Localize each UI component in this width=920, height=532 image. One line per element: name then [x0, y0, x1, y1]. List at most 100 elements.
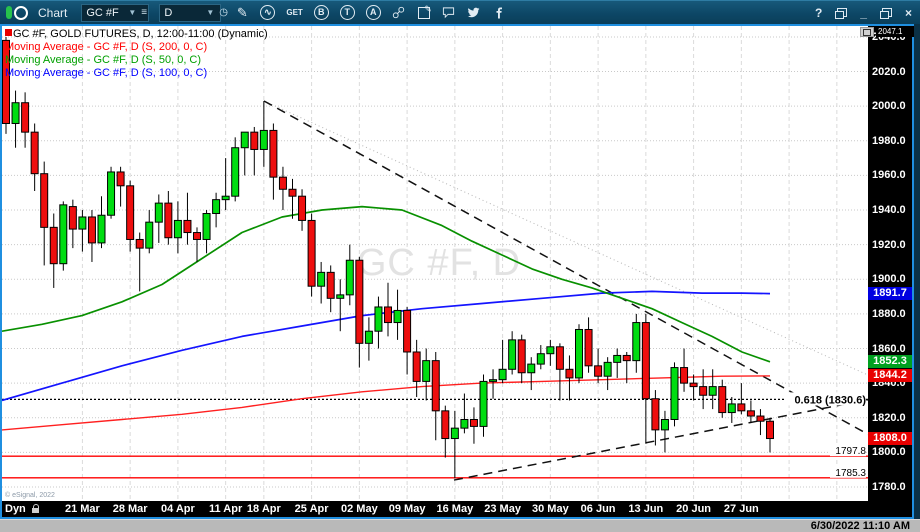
chart-restore-button[interactable] [860, 27, 874, 37]
candle [241, 132, 248, 148]
candle [728, 404, 735, 413]
candle [356, 260, 363, 343]
candle [165, 203, 172, 238]
candle [60, 205, 67, 264]
candle [461, 419, 468, 428]
candle [31, 132, 38, 174]
float-window-button[interactable] [835, 8, 847, 17]
candle [136, 239, 143, 248]
candle [289, 189, 296, 196]
window-right-edge [914, 24, 920, 519]
chat-bubble-icon[interactable] [442, 5, 456, 20]
candle [174, 220, 181, 237]
price-badge-1808.0: 1808.0 [868, 432, 912, 445]
date-label: 23 May [484, 503, 521, 515]
candle [213, 200, 220, 214]
window-controls: ? _ × [815, 6, 912, 20]
price-tick: 1960.0 [872, 169, 912, 181]
candle [556, 347, 563, 370]
price-tick: 2020.0 [872, 66, 912, 78]
close-button[interactable]: × [905, 6, 912, 20]
candle [690, 383, 697, 386]
facebook-icon[interactable] [492, 5, 506, 20]
date-label: 13 Jun [628, 503, 663, 515]
candle [451, 428, 458, 438]
date-label: 09 May [389, 503, 426, 515]
pencil-draw-icon[interactable]: ✎ [235, 5, 249, 20]
candle [375, 307, 382, 331]
get-quote-icon[interactable]: GET [286, 5, 302, 20]
axis-top-price-label: 2047.1 [876, 26, 914, 37]
interval-value[interactable]: D [164, 7, 198, 19]
candle [518, 340, 525, 373]
date-label: 06 Jun [581, 503, 616, 515]
minimize-button[interactable]: _ [860, 6, 867, 20]
price-tick: 1800.0 [872, 446, 912, 458]
candle [22, 103, 29, 132]
candle [470, 419, 477, 426]
copyright-watermark: © eSignal, 2022 [5, 491, 55, 499]
circled-a-icon[interactable]: A [366, 5, 381, 20]
candle [490, 380, 497, 382]
candle [308, 220, 315, 286]
restore-button[interactable] [880, 8, 892, 17]
candle [184, 220, 191, 232]
clock-icon[interactable]: ◷ [219, 7, 228, 18]
candle [757, 416, 764, 421]
toolbar: Chart GC #F ▼ ≡ D ▼ ◷ ✎ ∿ GET BTA ? _ × [0, 0, 920, 24]
symbol-value[interactable]: GC #F [86, 7, 120, 19]
date-label: 28 Mar [113, 503, 148, 515]
candle [260, 130, 267, 149]
candle [222, 196, 229, 199]
candle [671, 368, 678, 420]
candle [251, 132, 258, 149]
circled-b-icon[interactable]: B [314, 5, 329, 20]
candle [767, 421, 774, 438]
link-chain-icon[interactable] [392, 5, 406, 20]
candle [423, 361, 430, 382]
candle [604, 362, 611, 376]
date-axis[interactable]: Dyn 21 Mar28 Mar04 Apr11 Apr18 Apr25 Apr… [2, 501, 912, 517]
candle [537, 354, 544, 364]
candlestick-chart[interactable]: GC #F, D0.618 (1830.6)1797.81785.3© eSig… [2, 26, 868, 501]
price-axis[interactable]: 2040.02020.02000.01980.01960.01940.01920… [868, 26, 912, 501]
candle [719, 387, 726, 413]
price-tick: 1880.0 [872, 308, 912, 320]
price-tick: 1920.0 [872, 239, 912, 251]
candle [365, 331, 372, 343]
price-tick: 1780.0 [872, 481, 912, 493]
candle [661, 419, 668, 429]
candle [327, 272, 334, 298]
compose-note-icon[interactable] [417, 5, 431, 20]
chevron-down-icon[interactable]: ▼ [128, 8, 136, 17]
circled-t-icon[interactable]: T [340, 5, 355, 20]
price-badge-1852.3: 1852.3 [868, 355, 912, 368]
candle [3, 40, 10, 123]
symbol-combo[interactable]: GC #F ▼ ≡ [81, 4, 149, 22]
price-tick: 1980.0 [872, 135, 912, 147]
help-button[interactable]: ? [815, 6, 822, 20]
hamburger-icon[interactable]: ≡ [141, 7, 147, 18]
date-label: 18 Apr [247, 503, 281, 515]
date-label: 02 May [341, 503, 378, 515]
date-label: 21 Mar [65, 503, 100, 515]
candle [614, 355, 621, 362]
candle [318, 272, 325, 286]
date-label: 20 Jun [676, 503, 711, 515]
candle [413, 352, 420, 381]
chevron-down-icon[interactable]: ▼ [206, 8, 214, 17]
candle [385, 307, 392, 323]
price-badge-1891.7: 1891.7 [868, 287, 912, 300]
candle [738, 404, 745, 411]
wave-studies-icon[interactable]: ∿ [260, 5, 275, 20]
candle [633, 323, 640, 361]
candle [404, 310, 411, 352]
twitter-icon[interactable] [467, 5, 481, 20]
price-tick: 2000.0 [872, 100, 912, 112]
candle [394, 310, 401, 322]
interval-combo[interactable]: D ▼ ◷ [159, 4, 221, 22]
status-bar: 6/30/2022 11:10 AM [0, 519, 920, 532]
status-datetime: 6/30/2022 11:10 AM [811, 520, 910, 532]
candle [12, 103, 19, 124]
app-title: Chart [38, 6, 67, 20]
